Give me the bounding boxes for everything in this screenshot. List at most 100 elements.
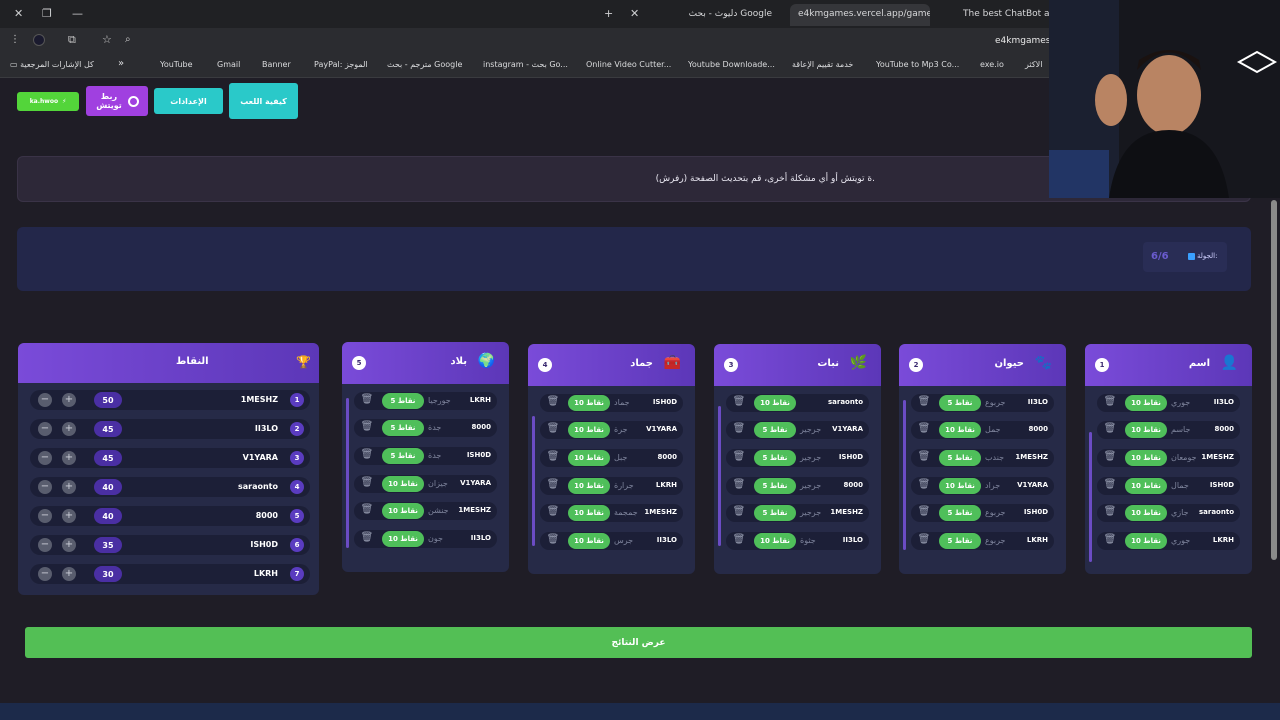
close-tab-icon[interactable]: ✕ xyxy=(630,7,639,20)
category-scrollbar[interactable] xyxy=(532,416,535,546)
points-badge[interactable]: 10 نقاط xyxy=(382,476,424,492)
bookmark-instagram[interactable]: instagram - بحث Go... xyxy=(483,60,568,69)
trash-icon[interactable]: 🗑 xyxy=(917,534,931,548)
close-window-icon[interactable]: ✕ xyxy=(14,7,23,20)
category-scrollbar[interactable] xyxy=(346,398,349,548)
tab-google-search[interactable]: دليوث - بحث Google xyxy=(650,4,780,26)
category-scrollbar[interactable] xyxy=(1089,432,1092,562)
trash-icon[interactable]: 🗑 xyxy=(1103,423,1117,437)
minus-button[interactable]: − xyxy=(38,393,52,407)
points-badge[interactable]: 10 نقاط xyxy=(568,450,610,466)
how-to-play-button[interactable]: كيفية اللعب xyxy=(229,83,298,119)
trash-icon[interactable]: 🗑 xyxy=(732,479,746,493)
trash-icon[interactable]: 🗑 xyxy=(732,396,746,410)
points-badge[interactable]: 10 نقاط xyxy=(1125,422,1167,438)
bookmark-more[interactable]: الاكثر xyxy=(1025,60,1042,69)
bookmark-video-cutter[interactable]: Online Video Cutter... xyxy=(586,60,671,69)
trash-icon[interactable]: 🗑 xyxy=(732,534,746,548)
plus-button[interactable]: + xyxy=(62,422,76,436)
plus-button[interactable]: + xyxy=(62,480,76,494)
points-badge[interactable]: 5 نقاط xyxy=(382,448,424,464)
trash-icon[interactable]: 🗑 xyxy=(546,423,560,437)
points-badge[interactable]: 10 نقاط xyxy=(568,533,610,549)
bookmark-paypal[interactable]: PayPal: الموجز xyxy=(314,60,368,69)
menu-icon[interactable]: ⋮ xyxy=(10,34,20,45)
points-badge[interactable]: 10 نقاط xyxy=(568,478,610,494)
bookmark-exe[interactable]: exe.io xyxy=(980,60,1004,69)
points-badge[interactable]: 10 نقاط xyxy=(1125,450,1167,466)
points-badge[interactable]: 10 نقاط xyxy=(1125,478,1167,494)
trash-icon[interactable]: 🗑 xyxy=(360,504,374,518)
minus-button[interactable]: − xyxy=(38,538,52,552)
trash-icon[interactable]: 🗑 xyxy=(360,394,374,408)
minus-button[interactable]: − xyxy=(38,567,52,581)
points-badge[interactable]: 10 نقاط xyxy=(568,505,610,521)
trash-icon[interactable]: 🗑 xyxy=(917,479,931,493)
trash-icon[interactable]: 🗑 xyxy=(546,534,560,548)
points-badge[interactable]: 5 نقاط xyxy=(754,505,796,521)
tab-chatbot[interactable]: The best ChatBot and Wi xyxy=(955,4,1050,26)
minus-button[interactable]: − xyxy=(38,509,52,523)
show-results-button[interactable]: عرض النتائج xyxy=(25,627,1252,658)
trash-icon[interactable]: 🗑 xyxy=(1103,451,1117,465)
category-scrollbar[interactable] xyxy=(903,400,906,550)
points-badge[interactable]: 5 نقاط xyxy=(754,478,796,494)
trash-icon[interactable]: 🗑 xyxy=(546,479,560,493)
points-badge[interactable]: 5 نقاط xyxy=(939,505,981,521)
bookmark-translate[interactable]: مترجم - بحث Google xyxy=(387,60,462,69)
trash-icon[interactable]: 🗑 xyxy=(1103,506,1117,520)
trash-icon[interactable]: 🗑 xyxy=(917,506,931,520)
trash-icon[interactable]: 🗑 xyxy=(546,451,560,465)
connect-twitch-button[interactable]: ربط تويتش xyxy=(86,86,148,116)
minus-button[interactable]: − xyxy=(38,451,52,465)
bookmark-disability-service[interactable]: خدمة تقييم الإعاقة xyxy=(792,60,853,69)
bookmark-gmail[interactable]: Gmail xyxy=(217,60,240,69)
points-badge[interactable]: 10 نقاط xyxy=(382,531,424,547)
bookmarks-folder[interactable]: ▭ كل الإشارات المرجعية xyxy=(10,60,94,69)
settings-button[interactable]: الإعدادات xyxy=(154,88,223,114)
trash-icon[interactable]: 🗑 xyxy=(732,506,746,520)
trash-icon[interactable]: 🗑 xyxy=(1103,534,1117,548)
minus-button[interactable]: − xyxy=(38,480,52,494)
points-badge[interactable]: 5 نقاط xyxy=(754,422,796,438)
trash-icon[interactable]: 🗑 xyxy=(546,396,560,410)
points-badge[interactable]: 10 نقاط xyxy=(382,503,424,519)
trash-icon[interactable]: 🗑 xyxy=(360,421,374,435)
points-badge[interactable]: 5 نقاط xyxy=(382,393,424,409)
bookmark-yt-mp3[interactable]: YouTube to Mp3 Co... xyxy=(876,60,959,69)
plus-button[interactable]: + xyxy=(62,393,76,407)
trash-icon[interactable]: 🗑 xyxy=(360,449,374,463)
points-badge[interactable]: 5 نقاط xyxy=(939,395,981,411)
points-badge[interactable]: 5 نقاط xyxy=(754,450,796,466)
points-badge[interactable]: 10 نقاط xyxy=(1125,505,1167,521)
trash-icon[interactable]: 🗑 xyxy=(360,477,374,491)
trash-icon[interactable]: 🗑 xyxy=(917,396,931,410)
bookmark-youtube-downloader[interactable]: Youtube Downloade... xyxy=(688,60,775,69)
extensions-icon[interactable]: ⧉ xyxy=(68,33,76,47)
plus-button[interactable]: + xyxy=(62,538,76,552)
points-badge[interactable]: 10 نقاط xyxy=(754,395,796,411)
new-tab-icon[interactable]: + xyxy=(604,7,613,20)
trash-icon[interactable]: 🗑 xyxy=(732,451,746,465)
bookmark-star-icon[interactable]: ☆ xyxy=(102,33,112,46)
trash-icon[interactable]: 🗑 xyxy=(917,423,931,437)
points-badge[interactable]: 10 نقاط xyxy=(939,478,981,494)
trash-icon[interactable]: 🗑 xyxy=(732,423,746,437)
more-bookmarks-icon[interactable]: » xyxy=(118,58,124,69)
points-badge[interactable]: 5 نقاط xyxy=(382,420,424,436)
page-scrollbar[interactable] xyxy=(1271,200,1277,560)
points-badge[interactable]: 10 نقاط xyxy=(939,422,981,438)
search-icon[interactable]: ⌕ xyxy=(125,34,131,45)
points-badge[interactable]: 5 نقاط xyxy=(939,450,981,466)
plus-button[interactable]: + xyxy=(62,567,76,581)
tab-e4kmgames[interactable]: e4kmgames.vercel.app/games/ xyxy=(790,4,930,26)
minimize-window-icon[interactable]: — xyxy=(72,7,83,20)
points-badge[interactable]: 10 نقاط xyxy=(1125,395,1167,411)
points-badge[interactable]: 10 نقاط xyxy=(568,395,610,411)
trash-icon[interactable]: 🗑 xyxy=(360,532,374,546)
points-badge[interactable]: 10 نقاط xyxy=(1125,533,1167,549)
category-scrollbar[interactable] xyxy=(718,406,721,546)
plus-button[interactable]: + xyxy=(62,451,76,465)
profile-icon[interactable] xyxy=(33,34,45,46)
kick-button[interactable]: ka.hwoo ⚡ xyxy=(17,92,79,111)
